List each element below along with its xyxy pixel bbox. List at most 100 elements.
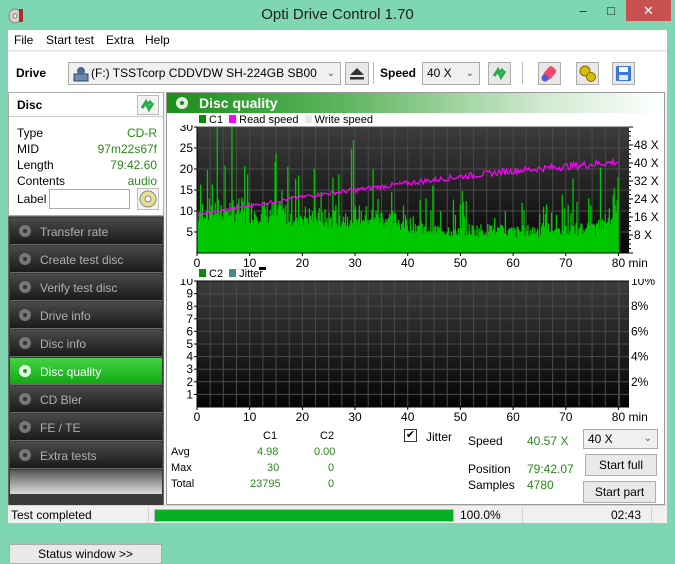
x-tick-label: 50 bbox=[454, 256, 468, 270]
disc-label-input[interactable] bbox=[49, 189, 130, 209]
disc-gear-icon bbox=[19, 337, 31, 349]
refresh-speed-button[interactable] bbox=[488, 62, 511, 85]
nav-item-verify-test-disc[interactable]: Verify test disc bbox=[10, 274, 162, 301]
nav-item-extra-tests[interactable]: Extra tests bbox=[10, 442, 162, 469]
nav-item-drive-info[interactable]: Drive info bbox=[10, 302, 162, 329]
disc-type-value: CD-R bbox=[127, 126, 157, 140]
disc-gear-icon bbox=[19, 449, 31, 461]
menu-help[interactable]: Help bbox=[145, 33, 170, 47]
chevron-down-icon: ⌄ bbox=[643, 433, 652, 444]
app-window: Opti Drive Control 1.70 – □ ✕ File Start… bbox=[0, 0, 675, 564]
nav-item-label: Extra tests bbox=[40, 449, 97, 463]
disc-gear-icon bbox=[19, 281, 31, 293]
close-button[interactable]: ✕ bbox=[626, 0, 671, 21]
speed-value: 40.57 X bbox=[527, 434, 569, 448]
y2-tick-label: 40 X bbox=[634, 156, 659, 170]
progress-fill bbox=[155, 510, 453, 521]
y-tick-label: 7 bbox=[186, 312, 193, 326]
disc-mid-row: MID 97m22s67f bbox=[17, 142, 157, 158]
disc-refresh-button[interactable] bbox=[137, 95, 159, 115]
nav-item-label: Disc quality bbox=[40, 365, 102, 379]
cd-icon bbox=[139, 190, 157, 208]
nav-item-label: CD Bler bbox=[40, 393, 83, 407]
x-tick-label: 70 bbox=[559, 410, 573, 424]
disc-gear-icon bbox=[19, 309, 31, 321]
menu-extra[interactable]: Extra bbox=[106, 33, 134, 47]
nav-item-cd-bler[interactable]: CD Bler bbox=[10, 386, 162, 413]
disc-header: Disc bbox=[9, 93, 163, 117]
nav-item-disc-quality[interactable]: Disc quality bbox=[10, 358, 162, 385]
save-icon bbox=[616, 66, 631, 81]
jitter-legend-swatch bbox=[229, 269, 237, 277]
nav-item-label: Create test disc bbox=[40, 253, 124, 267]
eject-button[interactable] bbox=[345, 62, 369, 85]
settings-button[interactable] bbox=[576, 62, 599, 85]
drive-icon bbox=[73, 67, 89, 82]
nav-item-label: FE / TE bbox=[40, 421, 81, 435]
start-full-button[interactable]: Start full bbox=[585, 454, 657, 476]
progress-bar bbox=[154, 509, 454, 522]
y-tick-label: 2 bbox=[186, 375, 193, 389]
y-tick-label: 10 bbox=[180, 279, 194, 288]
read-speed-legend-swatch bbox=[229, 115, 237, 123]
erase-icon bbox=[541, 66, 557, 82]
nav-item-create-test-disc[interactable]: Create test disc bbox=[10, 246, 162, 273]
x-tick-label: 40 bbox=[401, 410, 415, 424]
write-speed-legend-swatch bbox=[304, 115, 312, 123]
y-tick-label: 20 bbox=[180, 162, 194, 176]
x-tick-label: 80 bbox=[612, 410, 626, 424]
stats-c2-header: C2 bbox=[320, 430, 335, 442]
minimize-button[interactable]: – bbox=[570, 0, 596, 21]
jitter-checkbox[interactable]: ✔ bbox=[404, 429, 417, 442]
toolbar-separator bbox=[522, 62, 523, 84]
maximize-button[interactable]: □ bbox=[598, 0, 624, 21]
y-tick-label: 25 bbox=[180, 141, 194, 155]
refresh-icon bbox=[492, 66, 507, 81]
refresh-icon bbox=[140, 98, 155, 113]
stats-total-c1: 23795 bbox=[250, 478, 281, 490]
c1-bar bbox=[617, 177, 619, 253]
y-tick-label: 5 bbox=[186, 337, 193, 351]
disc-type-row: Type CD-R bbox=[17, 126, 157, 142]
y-tick-label: 1 bbox=[186, 387, 193, 401]
drive-value: (F:) TSSTcorp CDDVDW SH-224GB SB00 bbox=[91, 66, 317, 80]
y2-tick-label: 6% bbox=[631, 324, 649, 338]
drive-label: Drive bbox=[16, 66, 47, 80]
y-tick-label: 3 bbox=[186, 362, 193, 376]
toolbar-speed-select[interactable]: 40 X ⌄ bbox=[422, 62, 480, 85]
position-value: 79:42.07 bbox=[527, 462, 574, 476]
x-tick-label: 20 bbox=[296, 410, 310, 424]
disc-gear-icon bbox=[19, 393, 31, 405]
disc-quality-icon bbox=[176, 97, 188, 109]
stats-max-c2: 0 bbox=[328, 462, 335, 474]
chevron-down-icon: ⌄ bbox=[326, 68, 335, 79]
menu-start-test[interactable]: Start test bbox=[46, 33, 94, 47]
legend-marker bbox=[259, 267, 266, 270]
nav-item-fe-te[interactable]: FE / TE bbox=[10, 414, 162, 441]
disc-label-button[interactable] bbox=[137, 188, 159, 210]
c1-chart: 510152025308 X16 X24 X32 X40 X48 X0 10 20 3… bbox=[180, 125, 659, 270]
x-tick-label: 30 bbox=[348, 256, 362, 270]
disc-mid-label: MID bbox=[17, 142, 39, 156]
disc-length-value: 79:42.60 bbox=[110, 158, 157, 172]
y2-tick-label: 24 X bbox=[634, 192, 659, 206]
test-speed-select[interactable]: 40 X ⌄ bbox=[583, 429, 658, 449]
toolbar-separator bbox=[373, 62, 374, 84]
disc-gear-icon bbox=[19, 253, 31, 265]
save-button[interactable] bbox=[612, 62, 635, 85]
disc-length-row: Length 79:42.60 bbox=[17, 158, 157, 174]
drive-select[interactable]: (F:) TSSTcorp CDDVDW SH-224GB SB00 ⌄ bbox=[68, 62, 341, 85]
start-part-button[interactable]: Start part bbox=[583, 481, 656, 503]
x-tick-label: 40 bbox=[401, 256, 415, 270]
nav-item-transfer-rate[interactable]: Transfer rate bbox=[10, 218, 162, 245]
y2-tick-label: 48 X bbox=[634, 138, 659, 152]
menu-file[interactable]: File bbox=[14, 33, 33, 47]
disc-contents-row: Contents audio bbox=[17, 174, 157, 190]
status-window-button[interactable]: Status window >> bbox=[9, 544, 162, 564]
erase-button[interactable] bbox=[538, 62, 561, 85]
toolbar: Drive (F:) TSSTcorp CDDVDW SH-224GB SB00… bbox=[8, 52, 667, 92]
disc-label-label: Label bbox=[17, 192, 47, 206]
nav-item-disc-info[interactable]: Disc info bbox=[10, 330, 162, 357]
disc-info-box: Disc Type CD-R MID 97m22s67f Length 79:4… bbox=[8, 92, 164, 216]
stats-avg-c1: 4.98 bbox=[257, 446, 279, 458]
